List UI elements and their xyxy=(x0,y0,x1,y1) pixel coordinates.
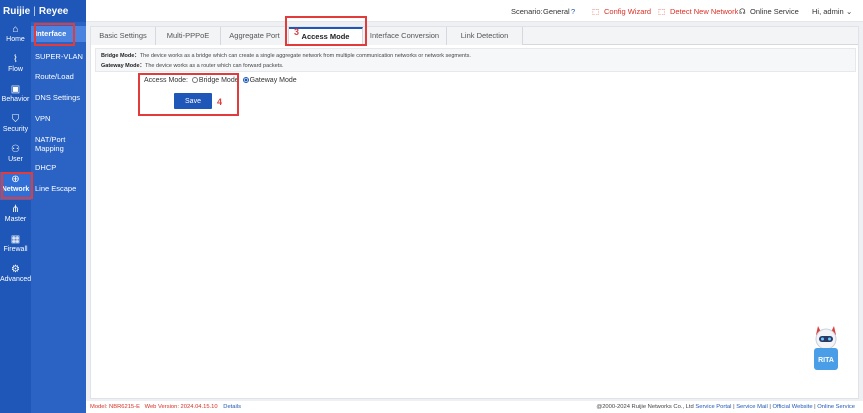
nav-item-behavior[interactable]: ▣ Behavior xyxy=(0,82,31,110)
chevron-down-icon[interactable]: ⌄ xyxy=(846,7,852,16)
highlight-network xyxy=(1,172,33,199)
gateway-mode-text: The device works as a router which can f… xyxy=(145,63,284,69)
mode-description: Bridge Mode：The device works as a bridge… xyxy=(95,48,856,72)
tab-basic-settings[interactable]: Basic Settings xyxy=(91,27,156,45)
bridge-mode-text: The device works as a bridge which can c… xyxy=(139,53,471,59)
gateway-mode-radio[interactable] xyxy=(242,77,249,83)
brand-right: Reyee xyxy=(38,5,69,17)
brand-left: Ruijie xyxy=(3,5,31,17)
subnav-item-line-escape[interactable]: Line Escape xyxy=(31,184,86,193)
nav-item-flow[interactable]: ⌇ Flow xyxy=(0,52,31,80)
behavior-icon: ▣ xyxy=(10,84,21,95)
details-link[interactable]: Details xyxy=(223,404,241,410)
nav-label-home: Home xyxy=(6,36,25,43)
gateway-mode-option-label[interactable]: Gateway Mode xyxy=(250,77,297,84)
top-bar: Scenario: General ? ⬚ Config Wizard ⬚ De… xyxy=(86,0,863,22)
scenario-value[interactable]: General xyxy=(543,7,570,16)
bridge-mode-title: Bridge Mode： xyxy=(101,53,140,59)
subnav-item-route-load[interactable]: Route/Load xyxy=(31,72,86,81)
detect-icon: ⬚ xyxy=(658,7,666,16)
gateway-mode-desc: Gateway Mode：The device works as a route… xyxy=(101,61,850,71)
main-nav: ⌂ Home ⌇ Flow ▣ Behavior ⛉ Security ⚇ Us… xyxy=(0,0,31,413)
official-website-link[interactable]: Official Website xyxy=(773,404,813,410)
nav-item-firewall[interactable]: ▦ Firewall xyxy=(0,232,31,260)
nav-label-security: Security xyxy=(2,126,29,133)
sub-nav: Interface SUPER-VLAN Route/Load DNS Sett… xyxy=(31,22,86,413)
subnav-item-vpn[interactable]: VPN xyxy=(31,114,86,123)
user-menu[interactable]: Hi, admin xyxy=(812,7,844,16)
scenario-label: Scenario: xyxy=(511,7,543,16)
footer-left: Model: NBR6215-E Web Version: 2024.04.15… xyxy=(90,401,241,413)
nav-item-security[interactable]: ⛉ Security xyxy=(0,112,31,140)
gateway-mode-title: Gateway Mode： xyxy=(101,63,146,69)
wizard-icon: ⬚ xyxy=(592,7,600,16)
tab-aggregate-port[interactable]: Aggregate Port xyxy=(221,27,289,45)
flow-icon: ⌇ xyxy=(13,54,18,65)
nav-label-advanced: Advanced xyxy=(0,276,32,283)
home-icon: ⌂ xyxy=(12,24,19,35)
nav-item-advanced[interactable]: ⚙ Advanced xyxy=(0,262,31,290)
highlight-access-mode-form xyxy=(138,73,239,116)
topology-icon: ⋔ xyxy=(11,204,20,215)
tab-link-detection[interactable]: Link Detection xyxy=(447,27,523,45)
config-wizard-link[interactable]: Config Wizard xyxy=(604,7,651,16)
bridge-mode-desc: Bridge Mode：The device works as a bridge… xyxy=(101,51,850,61)
nav-label-user: User xyxy=(8,156,23,163)
model-label: Model: NBR6215-E xyxy=(90,404,140,410)
user-icon: ⚇ xyxy=(11,144,20,155)
shield-icon: ⛉ xyxy=(11,114,20,125)
web-version: Web Version: 2024.04.15.10 xyxy=(144,404,218,410)
service-mail-link[interactable]: Service Mail xyxy=(736,404,768,410)
highlight-interface xyxy=(34,23,75,46)
nav-item-home[interactable]: ⌂ Home xyxy=(0,22,31,50)
nav-label-flow: Flow xyxy=(8,66,23,73)
help-icon[interactable]: ? xyxy=(571,7,575,16)
rita-assistant-icon[interactable]: RITA xyxy=(808,322,844,374)
gear-icon: ⚙ xyxy=(11,264,20,275)
subnav-item-dhcp[interactable]: DHCP xyxy=(31,163,86,172)
subnav-item-dns-settings[interactable]: DNS Settings xyxy=(31,93,86,102)
tab-bar: Basic Settings Multi-PPPoE Aggregate Por… xyxy=(91,27,858,45)
detect-network-link[interactable]: Detect New Network xyxy=(670,7,738,16)
rita-label: RITA xyxy=(818,357,834,364)
tab-interface-conversion[interactable]: Interface Conversion xyxy=(363,27,447,45)
subnav-item-super-vlan[interactable]: SUPER-VLAN xyxy=(31,52,86,61)
nav-label-behavior: Behavior xyxy=(1,96,30,103)
headset-icon: ☊ xyxy=(739,7,746,16)
nav-label-firewall: Firewall xyxy=(3,246,28,253)
online-service-link[interactable]: Online Service xyxy=(750,7,799,16)
nav-item-user[interactable]: ⚇ User xyxy=(0,142,31,170)
tab-multi-pppoe[interactable]: Multi-PPPoE xyxy=(156,27,221,45)
subnav-item-nat-port-mapping[interactable]: NAT/Port Mapping xyxy=(31,135,83,153)
footer: Model: NBR6215-E Web Version: 2024.04.15… xyxy=(86,401,863,413)
nav-label-master: Master xyxy=(4,216,27,223)
nav-item-master[interactable]: ⋔ Master xyxy=(0,202,31,230)
copyright: @2000-2024 Ruijie Networks Co., Ltd xyxy=(596,404,694,410)
annotation-3: 3 xyxy=(294,27,300,37)
footer-right: @2000-2024 Ruijie Networks Co., Ltd Serv… xyxy=(596,404,855,410)
footer-online-service-link[interactable]: Online Service xyxy=(817,404,855,410)
firewall-icon: ▦ xyxy=(10,234,21,245)
brand-logo: Ruijie | Reyee xyxy=(0,0,86,22)
service-portal-link[interactable]: Service Portal xyxy=(695,404,731,410)
annotation-4: 4 xyxy=(217,97,223,107)
